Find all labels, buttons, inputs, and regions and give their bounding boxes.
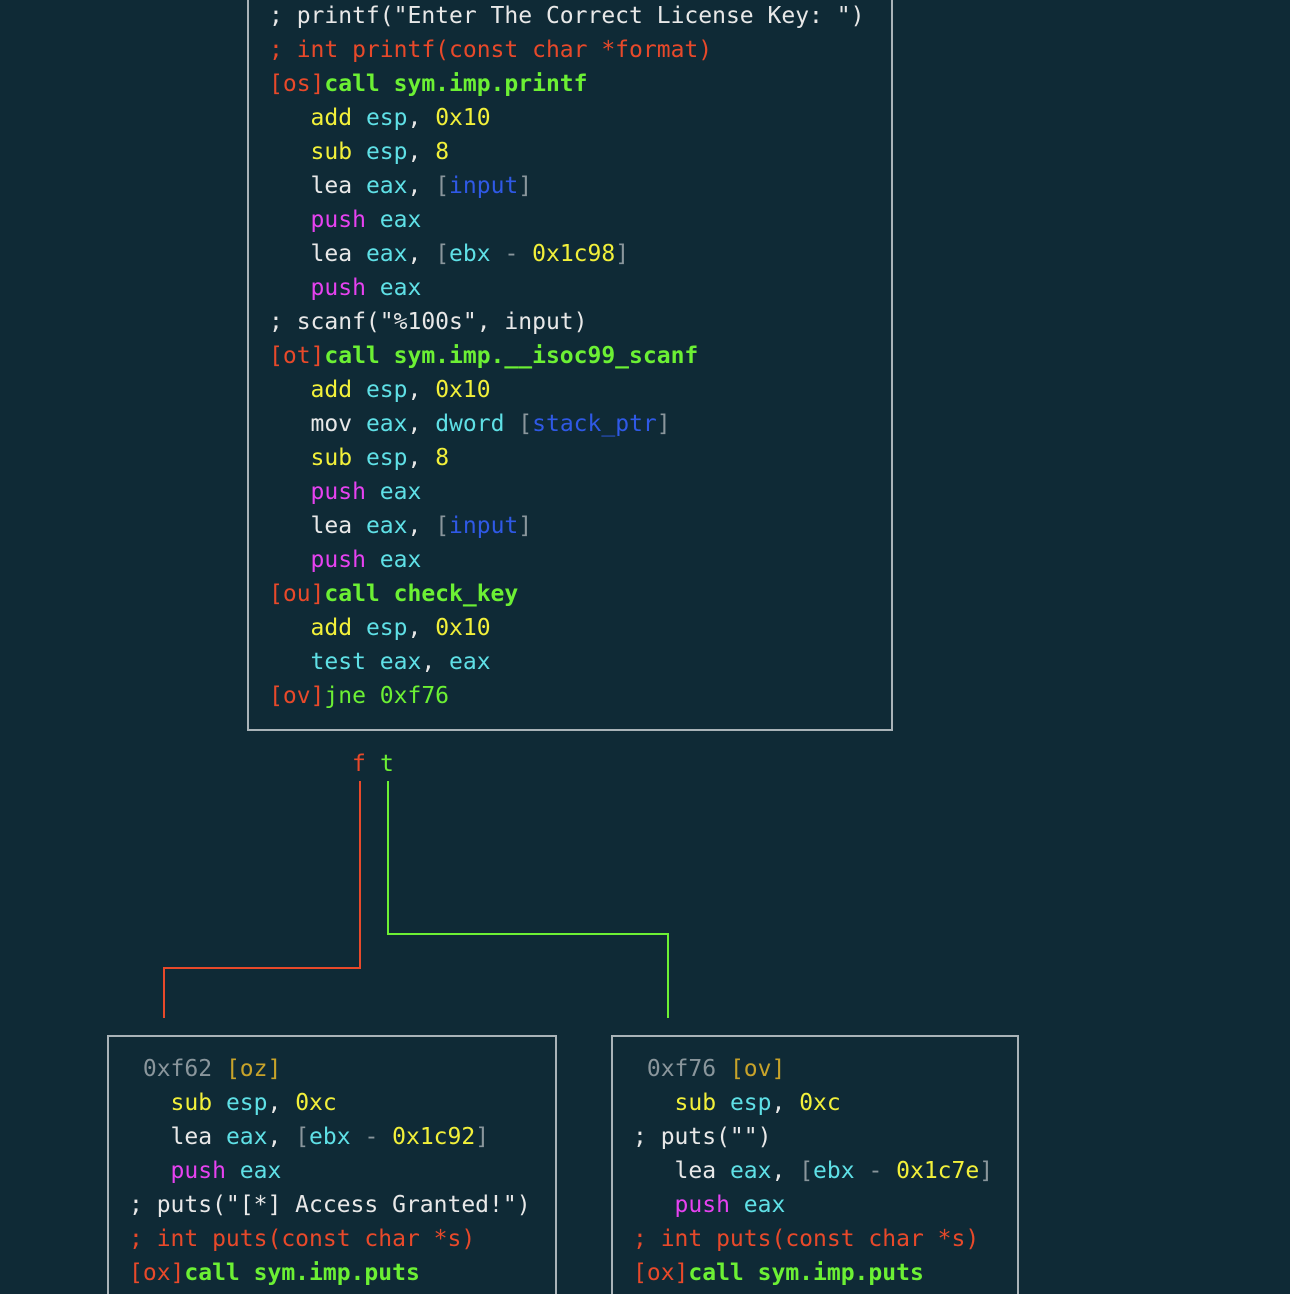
code-token: - (854, 1158, 897, 1184)
code-token: eax (239, 1158, 282, 1184)
code-token: eax (225, 1124, 268, 1150)
code-line: ; puts("[*] Access Granted!") (129, 1188, 531, 1222)
code-token: [ (295, 1124, 310, 1150)
code-line: push eax (129, 1154, 282, 1188)
code-token: , (267, 1090, 296, 1116)
code-line: ; int puts(const char *s) (633, 1222, 979, 1256)
code-token: sub (129, 1090, 226, 1116)
code-token: 0xc (295, 1090, 337, 1116)
code-token: , (771, 1090, 800, 1116)
code-line: sub esp, 0xc (129, 1086, 337, 1120)
code-token: lea (633, 1158, 730, 1184)
code-token: ; puts("[*] Access Granted!") (129, 1192, 531, 1218)
code-token: ; int puts(const char *s) (633, 1226, 980, 1252)
code-token: ; puts("") (633, 1124, 772, 1150)
code-token: eax (743, 1192, 786, 1218)
code-line: lea eax, [ebx - 0x1c92] (129, 1120, 490, 1154)
code-line: ; int puts(const char *s) (129, 1222, 475, 1256)
code-token: [oz] (225, 1056, 282, 1082)
code-token: ] (979, 1158, 994, 1184)
code-token: 0xc (799, 1090, 841, 1116)
false-edge-label: f (352, 751, 366, 777)
code-token: ebx (813, 1158, 855, 1184)
false-edge-line (163, 781, 361, 1018)
code-token: [ (799, 1158, 814, 1184)
code-line: ; puts("") (633, 1120, 771, 1154)
code-token: esp (225, 1090, 268, 1116)
code-token: ebx (309, 1124, 351, 1150)
code-token: 0xf76 (633, 1056, 730, 1082)
code-token: 0x1c92 (392, 1124, 476, 1150)
code-token: 0xf62 (129, 1056, 226, 1082)
code-token: call sym.imp.puts (184, 1260, 420, 1286)
code-token: eax (729, 1158, 772, 1184)
code-token: sub (633, 1090, 730, 1116)
code-line: 0xf62 [oz] (129, 1052, 281, 1086)
code-token: call sym.imp.puts (688, 1260, 924, 1286)
code-token: [ov] (729, 1056, 786, 1082)
code-token: push (129, 1158, 240, 1184)
code-token: esp (729, 1090, 772, 1116)
code-token: push (633, 1192, 744, 1218)
code-line: [ox]call sym.imp.puts (633, 1256, 924, 1290)
code-line: 0xf76 [ov] (633, 1052, 785, 1086)
code-line: lea eax, [ebx - 0x1c7e] (633, 1154, 994, 1188)
code-token: 0x1c7e (896, 1158, 980, 1184)
code-block-access-granted[interactable]: 0xf62 [oz] sub esp, 0xc lea eax, [ebx - … (107, 1035, 557, 1294)
true-edge-line (387, 781, 669, 1018)
code-line: sub esp, 0xc (633, 1086, 841, 1120)
code-token: - (350, 1124, 393, 1150)
code-token: , (267, 1124, 296, 1150)
code-token: [ox] (633, 1260, 689, 1286)
code-block-fail[interactable]: 0xf76 [ov] sub esp, 0xc ; puts("") lea ea… (611, 1035, 1019, 1294)
code-token: ] (475, 1124, 490, 1150)
code-token: [ox] (129, 1260, 185, 1286)
code-token: ; int puts(const char *s) (129, 1226, 476, 1252)
code-token: lea (129, 1124, 226, 1150)
code-line: push eax (633, 1188, 786, 1222)
true-edge-label: t (380, 751, 394, 777)
code-line: [ox]call sym.imp.puts (129, 1256, 420, 1290)
code-token: , (771, 1158, 800, 1184)
